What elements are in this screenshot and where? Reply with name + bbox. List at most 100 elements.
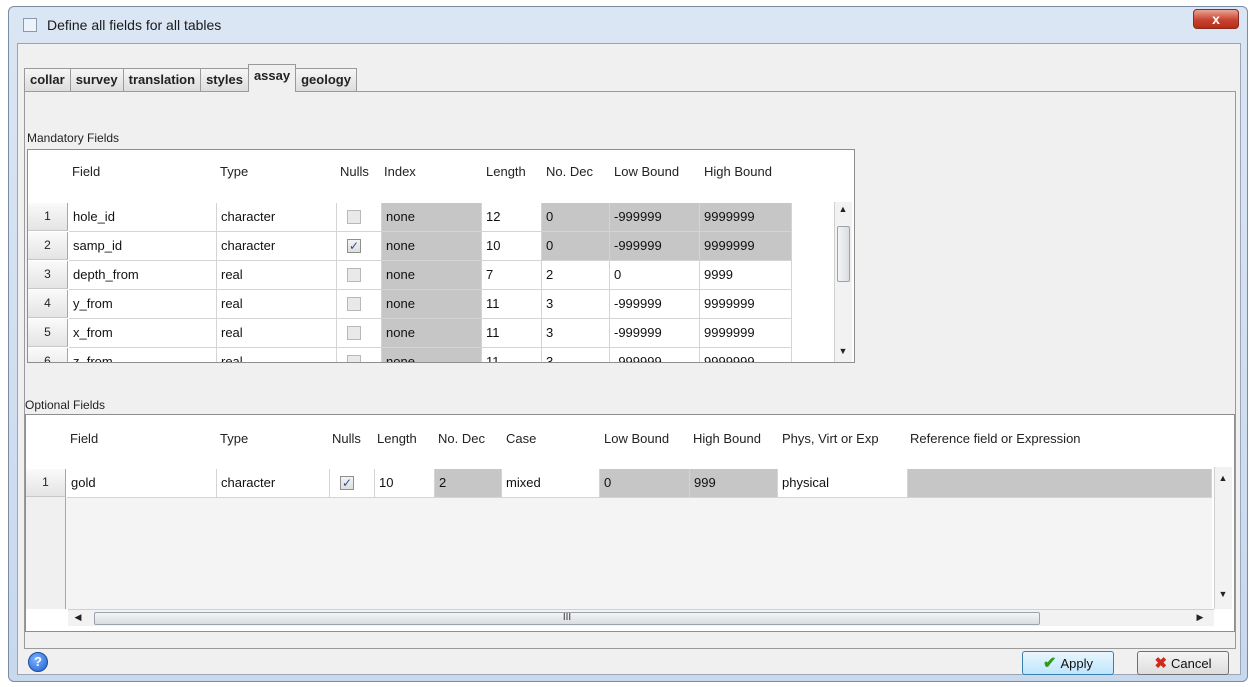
nulls-checkbox[interactable] bbox=[347, 355, 361, 362]
tab-styles[interactable]: styles bbox=[200, 68, 249, 92]
help-icon[interactable]: ? bbox=[28, 652, 48, 672]
high-cell[interactable]: 9999 bbox=[700, 261, 792, 290]
dec-cell[interactable]: 3 bbox=[542, 348, 610, 362]
type-cell[interactable]: character bbox=[217, 469, 330, 498]
index-cell[interactable]: none bbox=[382, 348, 482, 362]
type-cell[interactable]: character bbox=[217, 232, 337, 261]
column-header-length[interactable]: Length bbox=[377, 431, 417, 446]
length-cell[interactable]: 11 bbox=[482, 319, 542, 348]
scroll-up-arrow-icon[interactable]: ▲ bbox=[835, 204, 851, 214]
dec-cell[interactable]: 2 bbox=[435, 469, 502, 498]
nulls-cell[interactable] bbox=[337, 290, 382, 319]
nulls-cell[interactable]: ✓ bbox=[337, 232, 382, 261]
nulls-checkbox[interactable] bbox=[347, 297, 361, 311]
tab-collar[interactable]: collar bbox=[24, 68, 71, 92]
apply-button[interactable]: ✔ Apply bbox=[1022, 651, 1114, 675]
tab-assay[interactable]: assay bbox=[247, 64, 297, 92]
field-cell[interactable]: hole_id bbox=[69, 203, 217, 232]
high-cell[interactable]: 999 bbox=[690, 469, 778, 498]
nulls-checkbox[interactable] bbox=[347, 326, 361, 340]
high-cell[interactable]: 9999999 bbox=[700, 348, 792, 362]
high-cell[interactable]: 9999999 bbox=[700, 232, 792, 261]
index-cell[interactable]: none bbox=[382, 319, 482, 348]
length-cell[interactable]: 7 bbox=[482, 261, 542, 290]
index-cell[interactable]: none bbox=[382, 261, 482, 290]
scroll-up-arrow-icon[interactable]: ▲ bbox=[1215, 473, 1231, 483]
nulls-checkbox[interactable]: ✓ bbox=[347, 239, 361, 253]
phys-cell[interactable]: physical bbox=[778, 469, 908, 498]
tab-translation[interactable]: translation bbox=[122, 68, 202, 92]
column-header-phys-virt-exp[interactable]: Phys, Virt or Exp bbox=[782, 431, 879, 446]
row-number[interactable]: 6 bbox=[28, 348, 68, 362]
dec-cell[interactable]: 3 bbox=[542, 290, 610, 319]
length-cell[interactable]: 11 bbox=[482, 290, 542, 319]
horizontal-scrollbar-thumb[interactable]: III bbox=[94, 612, 1040, 625]
index-cell[interactable]: none bbox=[382, 290, 482, 319]
nulls-checkbox[interactable]: ✓ bbox=[340, 476, 354, 490]
tab-survey[interactable]: survey bbox=[69, 68, 124, 92]
row-number[interactable]: 1 bbox=[26, 469, 66, 497]
column-header-nulls[interactable]: Nulls bbox=[332, 431, 361, 446]
dec-cell[interactable]: 0 bbox=[542, 203, 610, 232]
row-number[interactable]: 1 bbox=[28, 203, 68, 231]
index-cell[interactable]: none bbox=[382, 203, 482, 232]
scroll-down-arrow-icon[interactable]: ▼ bbox=[1215, 589, 1231, 599]
column-header-reference[interactable]: Reference field or Expression bbox=[910, 431, 1081, 446]
column-header-no-dec[interactable]: No. Dec bbox=[438, 431, 485, 446]
dec-cell[interactable]: 0 bbox=[542, 232, 610, 261]
length-cell[interactable]: 10 bbox=[482, 232, 542, 261]
nulls-checkbox[interactable] bbox=[347, 268, 361, 282]
column-header-case[interactable]: Case bbox=[506, 431, 536, 446]
nulls-cell[interactable]: ✓ bbox=[330, 469, 375, 498]
length-cell[interactable]: 10 bbox=[375, 469, 435, 498]
type-cell[interactable]: real bbox=[217, 319, 337, 348]
nulls-checkbox[interactable] bbox=[347, 210, 361, 224]
type-cell[interactable]: real bbox=[217, 348, 337, 362]
type-cell[interactable]: real bbox=[217, 290, 337, 319]
low-cell[interactable]: -999999 bbox=[610, 290, 700, 319]
column-header-low-bound[interactable]: Low Bound bbox=[604, 431, 669, 446]
low-cell[interactable]: -999999 bbox=[610, 319, 700, 348]
row-number[interactable]: 4 bbox=[28, 290, 68, 318]
field-cell[interactable]: x_from bbox=[69, 319, 217, 348]
nulls-cell[interactable] bbox=[337, 203, 382, 232]
row-number[interactable]: 2 bbox=[28, 232, 68, 260]
column-header-field[interactable]: Field bbox=[70, 431, 98, 446]
mandatory-vertical-scrollbar[interactable]: ▲ ▼ bbox=[834, 202, 852, 362]
nulls-cell[interactable] bbox=[337, 261, 382, 290]
column-header-high-bound[interactable]: High Bound bbox=[693, 431, 761, 446]
field-cell[interactable]: gold bbox=[67, 469, 217, 498]
type-cell[interactable]: character bbox=[217, 203, 337, 232]
row-number[interactable]: 5 bbox=[28, 319, 68, 347]
dec-cell[interactable]: 3 bbox=[542, 319, 610, 348]
field-cell[interactable]: y_from bbox=[69, 290, 217, 319]
cancel-button[interactable]: ✖ Cancel bbox=[1137, 651, 1229, 675]
high-cell[interactable]: 9999999 bbox=[700, 319, 792, 348]
index-cell[interactable]: none bbox=[382, 232, 482, 261]
length-cell[interactable]: 11 bbox=[482, 348, 542, 362]
optional-horizontal-scrollbar[interactable]: ◀ III ▶ bbox=[68, 609, 1214, 626]
high-cell[interactable]: 9999999 bbox=[700, 203, 792, 232]
scrollbar-thumb[interactable] bbox=[837, 226, 850, 282]
low-cell[interactable]: 0 bbox=[600, 469, 690, 498]
type-cell[interactable]: real bbox=[217, 261, 337, 290]
optional-vertical-scrollbar[interactable]: ▲ ▼ bbox=[1214, 467, 1232, 609]
nulls-cell[interactable] bbox=[337, 348, 382, 362]
tab-geology[interactable]: geology bbox=[295, 68, 357, 92]
low-cell[interactable]: -999999 bbox=[610, 348, 700, 362]
nulls-cell[interactable] bbox=[337, 319, 382, 348]
scroll-right-arrow-icon[interactable]: ▶ bbox=[1192, 612, 1208, 623]
low-cell[interactable]: -999999 bbox=[610, 232, 700, 261]
low-cell[interactable]: -999999 bbox=[610, 203, 700, 232]
ref-cell[interactable] bbox=[908, 469, 1212, 498]
column-header-type[interactable]: Type bbox=[220, 431, 248, 446]
field-cell[interactable]: z_from bbox=[69, 348, 217, 362]
row-number[interactable]: 3 bbox=[28, 261, 68, 289]
low-cell[interactable]: 0 bbox=[610, 261, 700, 290]
field-cell[interactable]: depth_from bbox=[69, 261, 217, 290]
length-cell[interactable]: 12 bbox=[482, 203, 542, 232]
close-button[interactable]: x bbox=[1193, 9, 1239, 29]
high-cell[interactable]: 9999999 bbox=[700, 290, 792, 319]
dec-cell[interactable]: 2 bbox=[542, 261, 610, 290]
case-cell[interactable]: mixed bbox=[502, 469, 600, 498]
